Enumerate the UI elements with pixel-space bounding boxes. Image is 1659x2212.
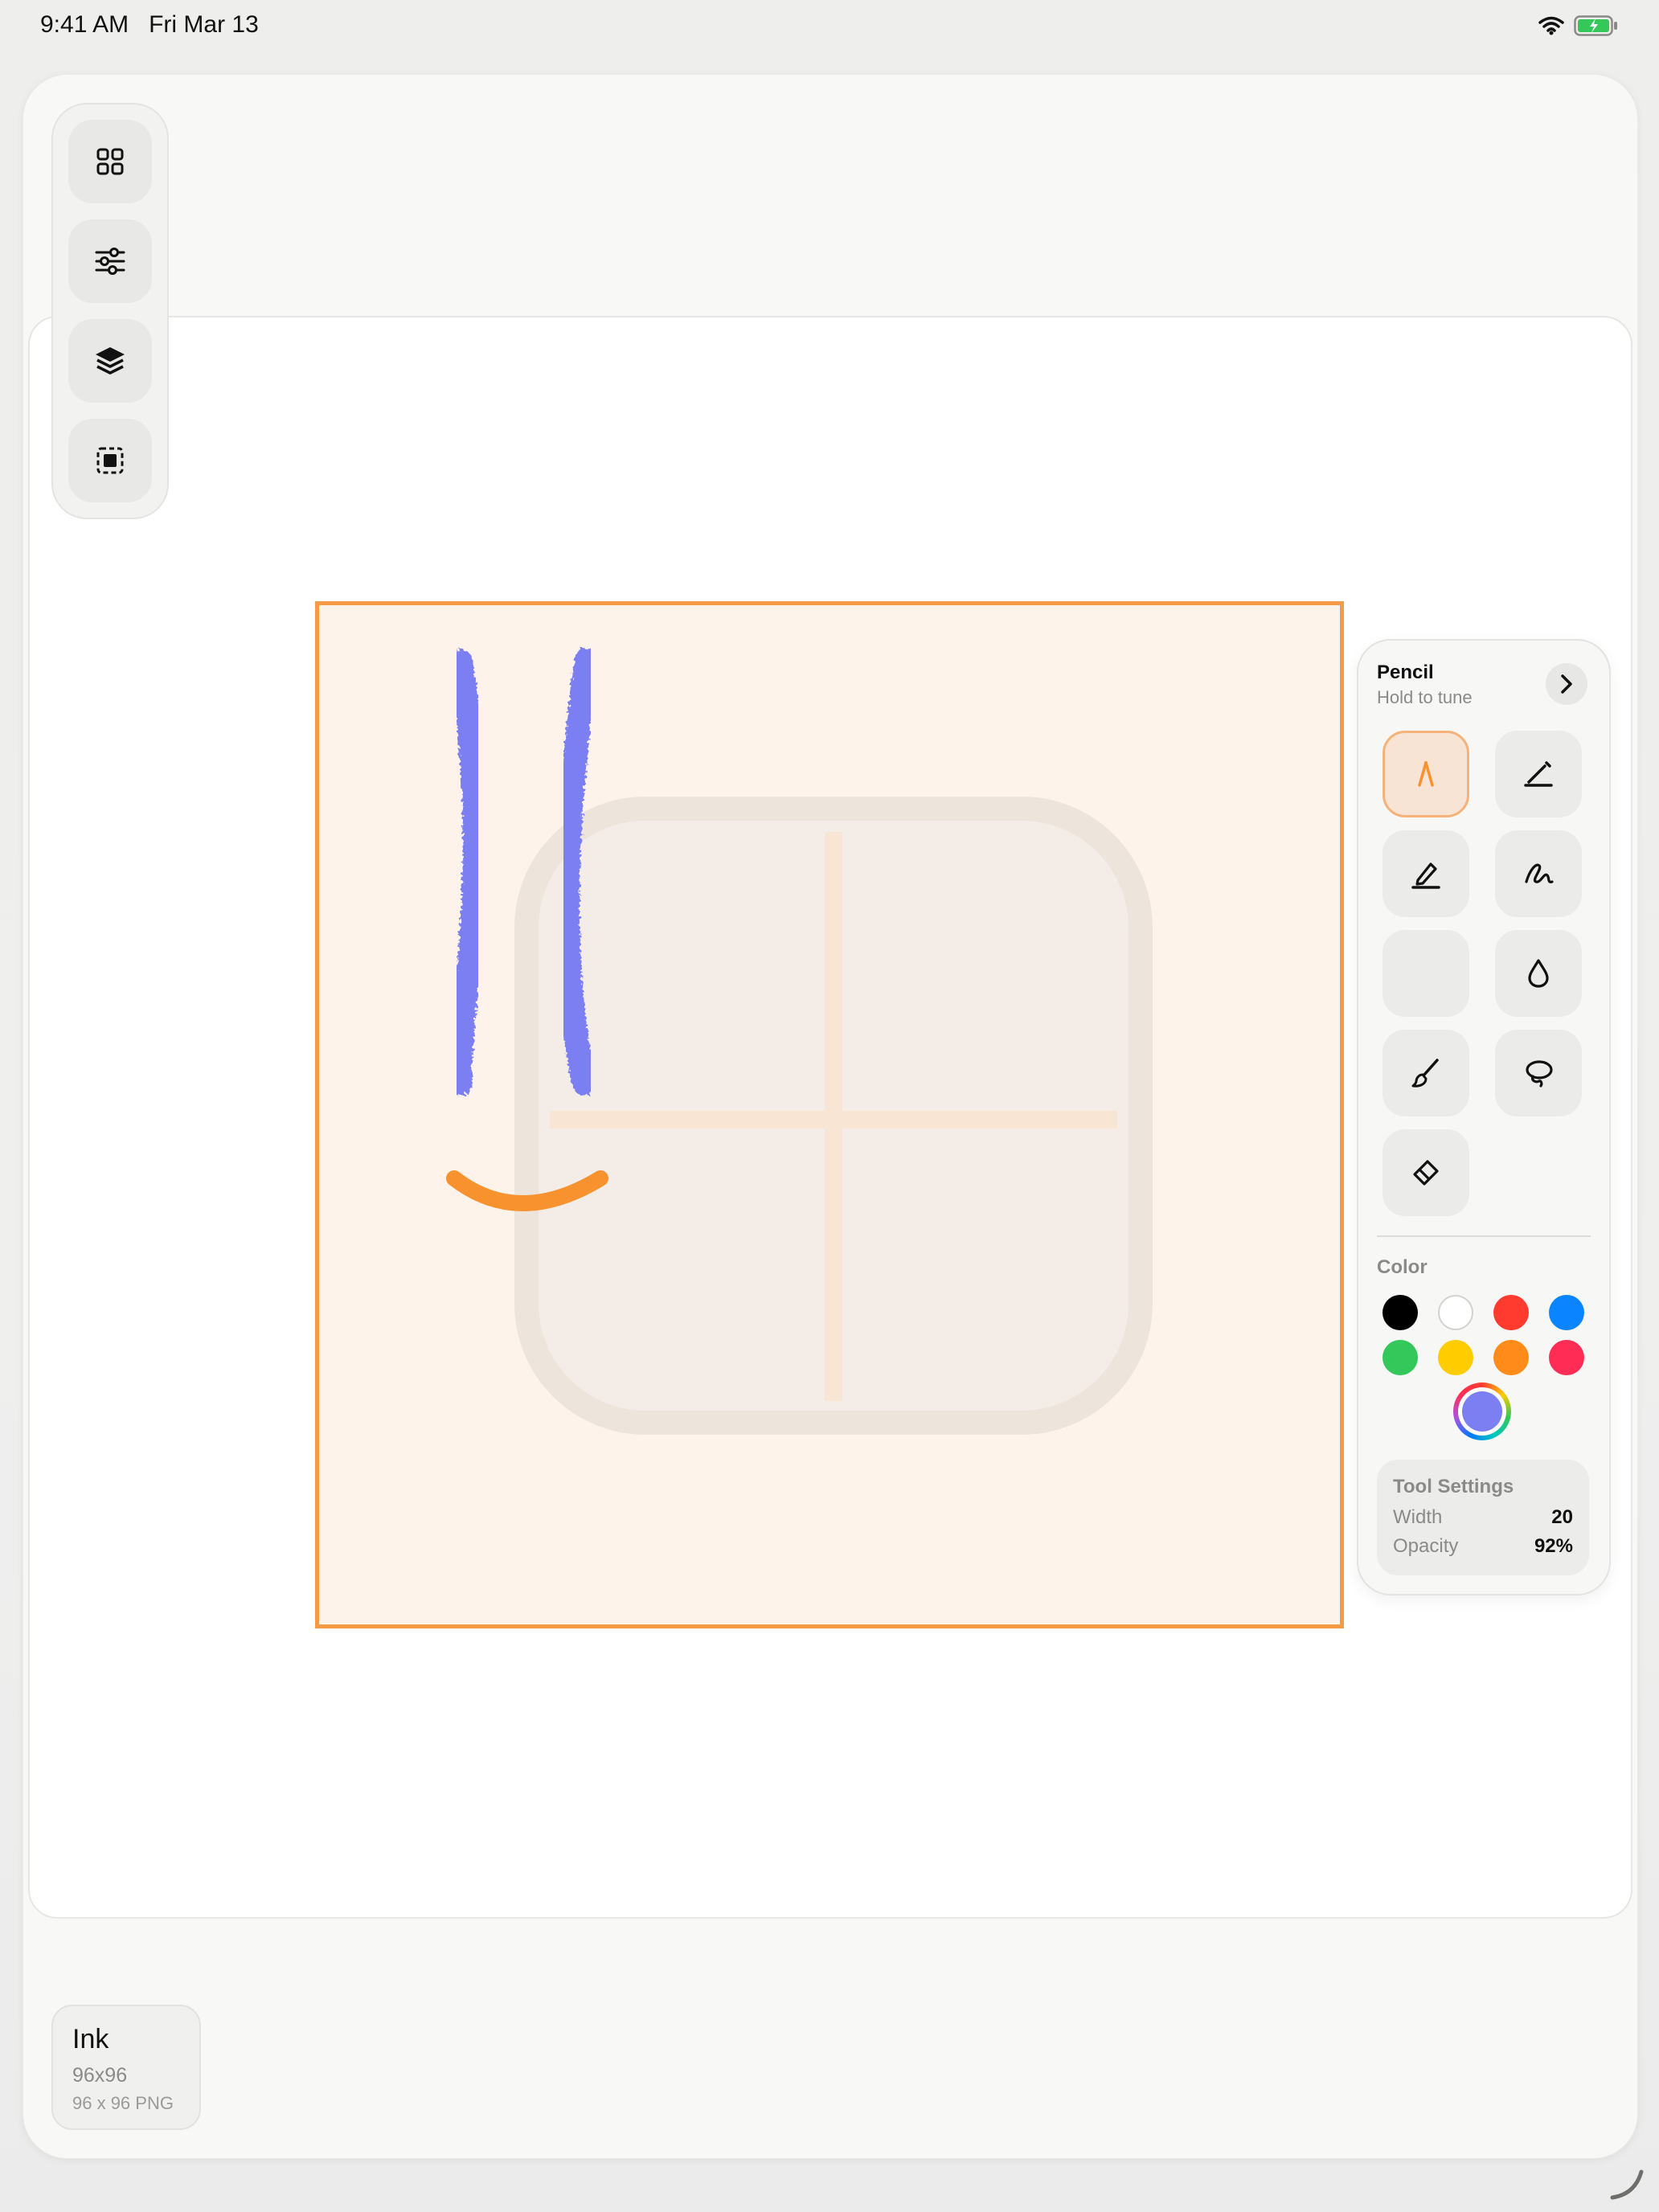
tool-details-button[interactable]: [1546, 663, 1587, 705]
tool-subtitle: Hold to tune: [1377, 687, 1473, 707]
tool-settings: Tool Settings Width 20 Opacity 92%: [1377, 1460, 1589, 1575]
tool-lasso[interactable]: [1495, 1030, 1582, 1116]
scribble-icon: [1525, 863, 1554, 883]
swatch-yellow[interactable]: [1438, 1340, 1473, 1375]
battery-charging-icon: [1574, 15, 1617, 36]
status-date: Fri Mar 13: [149, 11, 259, 38]
layers-icon: [96, 347, 125, 375]
lasso-icon: [1526, 1060, 1553, 1088]
tool-eraser[interactable]: [1382, 1129, 1469, 1216]
artboard[interactable]: [315, 601, 1344, 1628]
brush-icon: [1411, 1059, 1439, 1088]
template-guide: [514, 797, 1153, 1435]
panel-divider: [1377, 1235, 1591, 1237]
current-color: [1462, 1391, 1502, 1432]
swatch-pink[interactable]: [1549, 1340, 1584, 1375]
left-toolbar: [51, 103, 169, 519]
file-size: 96x96: [72, 2064, 128, 2087]
resize-corner-icon[interactable]: [1608, 2162, 1648, 2202]
artboard-drawing: [446, 648, 1153, 1435]
color-label: Color: [1377, 1256, 1428, 1278]
tool-pencil[interactable]: [1382, 731, 1469, 817]
swatch-white[interactable]: [1438, 1295, 1473, 1330]
select-button[interactable]: [68, 419, 152, 502]
tool-pen[interactable]: [1495, 731, 1582, 817]
tool-script[interactable]: [1495, 830, 1582, 917]
sliders-icon: [95, 248, 125, 275]
file-format: 96 x 96 PNG: [72, 2093, 174, 2113]
grid-icon: [96, 148, 124, 175]
opacity-value[interactable]: 92%: [1534, 1535, 1573, 1558]
marker-icon: [1411, 862, 1440, 889]
status-time: 9:41 AM: [40, 11, 129, 38]
tool-settings-title: Tool Settings: [1393, 1476, 1514, 1497]
status-time-date: 9:41 AM Fri Mar 13: [40, 11, 259, 39]
swatch-red[interactable]: [1493, 1295, 1529, 1330]
opacity-label: Opacity: [1393, 1535, 1459, 1557]
width-value[interactable]: 20: [1551, 1506, 1573, 1529]
file-name: Ink: [72, 2024, 109, 2054]
wifi-icon: [1538, 16, 1564, 35]
status-icons: [1538, 14, 1619, 37]
file-info-card[interactable]: Ink 96x96 96 x 96 PNG: [51, 2005, 201, 2130]
pen-icon: [1524, 761, 1553, 787]
grid-button[interactable]: [68, 120, 152, 203]
swatch-orange[interactable]: [1493, 1340, 1529, 1375]
blue-stroke-left: [448, 649, 487, 1096]
tool-marker[interactable]: [1382, 830, 1469, 917]
tool-blank[interactable]: [1382, 930, 1469, 1017]
tool-title: Pencil: [1377, 662, 1434, 683]
swatch-black[interactable]: [1382, 1295, 1418, 1330]
tool-panel: Pencil Hold to tune Color Tool Settings …: [1357, 639, 1611, 1596]
tool-brush[interactable]: [1382, 1030, 1469, 1116]
width-label: Width: [1393, 1506, 1443, 1528]
swatch-green[interactable]: [1382, 1340, 1418, 1375]
tool-ink[interactable]: [1495, 930, 1582, 1017]
status-bar: 9:41 AM Fri Mar 13: [0, 0, 1659, 51]
ink-drop-icon: [1528, 959, 1549, 988]
pencil-tip-icon: [1418, 761, 1434, 787]
selection-icon: [96, 447, 124, 474]
custom-color-picker[interactable]: [1453, 1382, 1511, 1440]
eraser-icon: [1413, 1160, 1439, 1186]
chevron-right-icon: [1561, 674, 1572, 694]
layers-button[interactable]: [68, 319, 152, 403]
swatch-blue[interactable]: [1549, 1295, 1584, 1330]
adjustments-button[interactable]: [68, 219, 152, 303]
